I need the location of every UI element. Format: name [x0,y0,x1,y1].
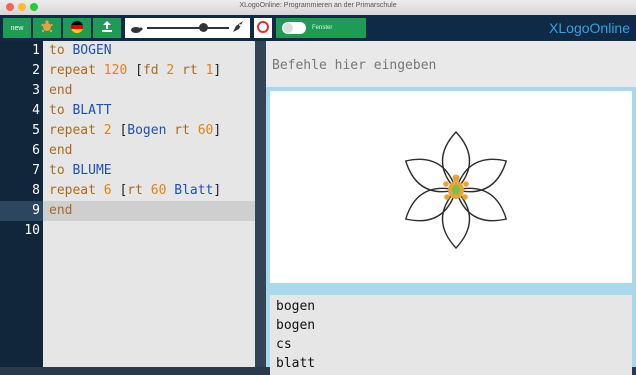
drawing-canvas [270,91,632,283]
new-button-label: new [10,24,24,32]
canvas-frame [266,87,636,287]
code-token: [ [111,183,128,198]
slider-thumb[interactable] [199,23,208,32]
code-token: to [49,43,73,58]
code-line: repeat 120 [fd 2 rt 1] [49,61,221,81]
history-item[interactable]: bogen [276,316,315,335]
language-de-button[interactable] [63,18,91,38]
code-line: end [49,81,72,101]
code-token: 6 [103,183,112,198]
code-token: ] [213,63,222,78]
code-token: BOGEN [72,43,112,58]
code-token: repeat [49,63,104,78]
slow-turtle-icon [129,21,143,40]
toolbar: new Fenster XLogoOnline [0,15,636,41]
command-line [266,41,636,87]
pane-divider[interactable] [255,41,266,367]
code-token: end [49,143,73,158]
code-token: 120 [103,63,128,78]
brand-title: XLogoOnline [549,20,630,36]
code-editor[interactable]: 1 2 3 4 5 6 7 8 9 10 to BOGEN repeat 120 [fd 2 rt … [0,41,255,367]
line-number: 10 [24,223,40,238]
code-token: to [49,163,73,178]
stop-icon [257,20,269,36]
code-token: Blatt [174,183,214,198]
code-line: end [49,141,72,161]
line-number: 4 [32,103,40,118]
flower-drawing [404,130,508,250]
upload-icon [101,20,113,36]
turtle-icon [40,19,54,37]
line-number: 7 [32,163,40,178]
toggle-label: Fenster [312,25,333,31]
command-input[interactable] [270,53,634,77]
window-title: XLogoOnline: Programmieren an der Primar… [239,2,397,9]
toggle-switch-icon [282,22,306,34]
code-token: ] [213,123,222,138]
german-flag-icon [71,20,83,36]
history-item[interactable]: blatt [276,354,315,373]
code-line: to BLUME [49,161,112,181]
line-number: 5 [32,123,40,138]
stop-button[interactable] [254,18,272,38]
code-token: end [49,203,73,218]
code-token: [ [111,123,128,138]
code-token: repeat [49,183,104,198]
code-token: end [49,83,73,98]
code-line: repeat 6 [rt 60 Blatt] [49,181,221,201]
code-line: to BOGEN [49,41,112,61]
code-token: ] [213,183,222,198]
line-number: 6 [32,143,40,158]
line-number: 1 [32,43,40,58]
rocket-icon [231,20,245,39]
code-token: rt [182,63,206,78]
upload-button[interactable] [93,18,121,38]
window-toggle[interactable]: Fenster [276,18,366,38]
code-token: BLUME [72,163,112,178]
code-line: repeat 2 [Bogen rt 60] [49,121,221,141]
code-token: 60 [197,123,214,138]
history-item[interactable]: bogen [276,297,315,316]
code-line: end [49,201,72,221]
right-pane: bogenbogencsblatt [266,41,636,375]
code-line: to BLATT [49,101,112,121]
code-token: 2 [103,123,112,138]
code-token: [ [127,63,143,78]
history-item[interactable]: cs [276,335,292,354]
history-panel: bogen bogen cs blatt [266,287,636,375]
line-number: 8 [32,183,40,198]
new-button[interactable]: new [3,18,31,38]
line-number: 3 [32,83,40,98]
speed-slider[interactable] [125,18,250,38]
line-number: 9 [32,203,40,218]
line-number: 2 [32,63,40,78]
code-token: Bogen [127,123,175,138]
code-token: rt [127,183,151,198]
code-token: to [49,103,73,118]
slider-track [147,27,229,29]
code-token: fd [142,63,167,78]
code-token: rt [174,123,198,138]
turtle-button[interactable] [33,18,61,38]
history-list[interactable]: bogen bogen cs blatt [270,295,632,375]
code-token: BLATT [72,103,112,118]
code-token: repeat [49,123,104,138]
code-token: 60 [150,183,167,198]
title-bar: XLogoOnline: Programmieren an der Primar… [0,0,636,16]
